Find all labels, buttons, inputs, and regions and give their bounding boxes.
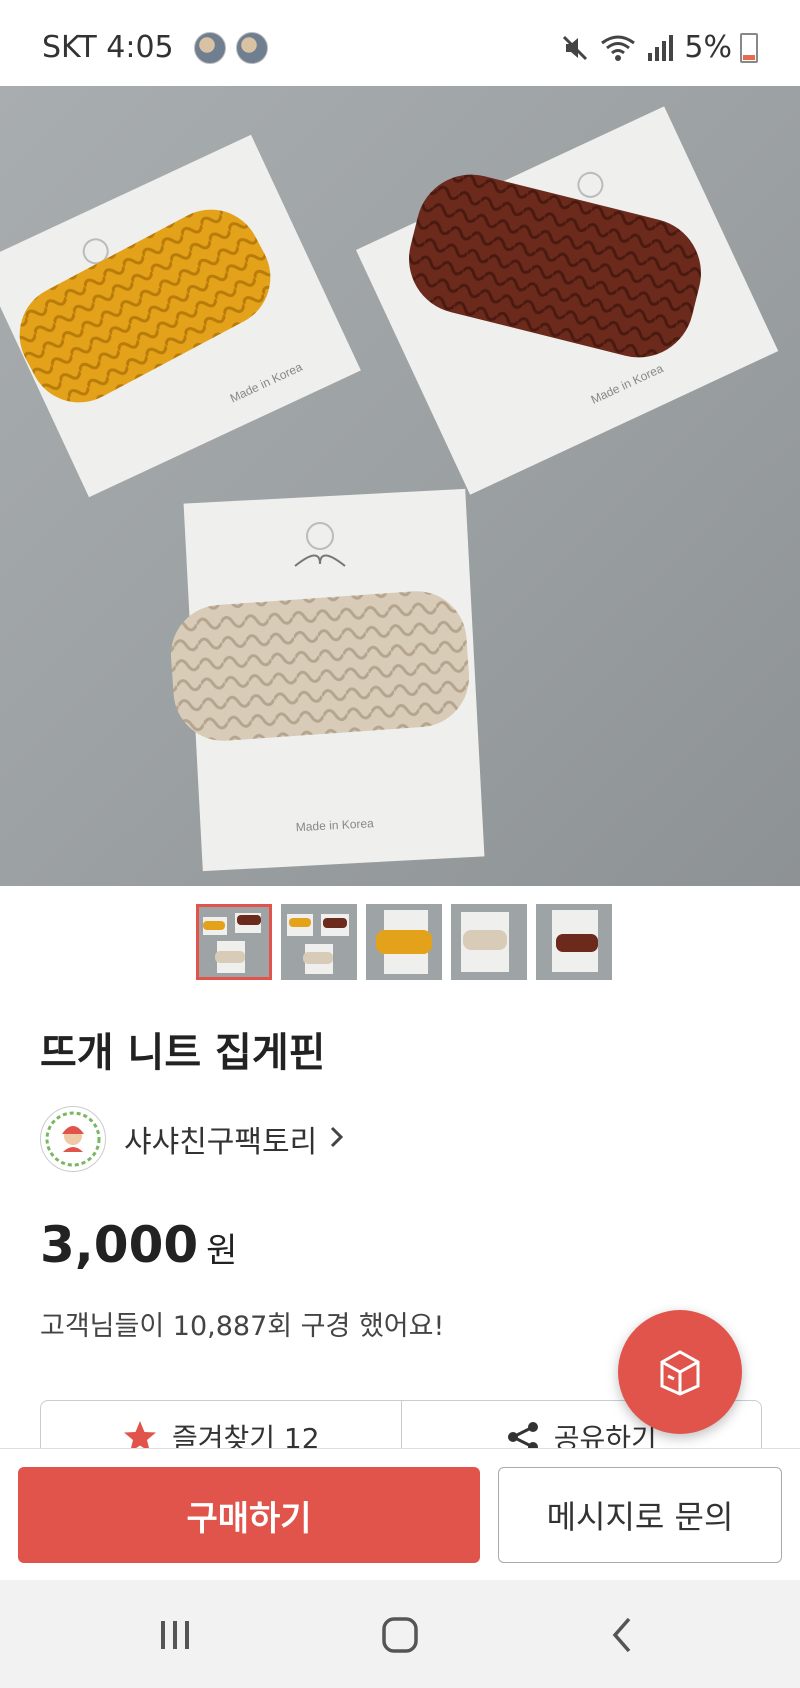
view-count-text: 고객님들이 10,887회 구경 했어요! (40, 1311, 445, 1342)
box-fab-button[interactable] (618, 1310, 742, 1434)
status-left: SKT 4:05 (42, 30, 268, 65)
notification-avatar-icon (235, 31, 268, 64)
system-nav-bar (0, 1580, 800, 1688)
home-icon (382, 1617, 418, 1653)
price-unit: 원 (206, 1231, 238, 1271)
mute-icon (563, 35, 588, 60)
price-value: 3,000 (40, 1216, 199, 1274)
seller-name: 샤샤친구팩토리 (124, 1125, 318, 1160)
message-inquiry-button[interactable]: 메시지로 문의 (498, 1467, 782, 1563)
wifi-icon (601, 35, 636, 61)
recents-icon (161, 1621, 189, 1649)
signal-icon (648, 34, 674, 61)
buy-button[interactable]: 구매하기 (18, 1467, 480, 1563)
share-label: 공유하기 (553, 1422, 657, 1449)
status-bar: SKT 4:05 5% (0, 0, 800, 86)
star-icon (123, 1421, 156, 1449)
thumbnail-strip (196, 904, 612, 980)
product-title: 뜨개 니트 집게핀 (40, 1030, 326, 1076)
thumbnail-5[interactable] (536, 904, 612, 980)
battery-percent: 5% (684, 30, 732, 65)
home-button[interactable] (360, 1600, 440, 1670)
back-button[interactable] (582, 1600, 662, 1670)
notification-avatar-icon (193, 31, 226, 64)
battery-icon (740, 32, 758, 63)
status-right: 5% (560, 30, 758, 65)
back-icon (612, 1617, 631, 1653)
thumbnail-1[interactable] (196, 904, 272, 980)
thumbnail-3[interactable] (366, 904, 442, 980)
seller-logo (40, 1106, 106, 1172)
favorite-button[interactable]: 즐겨찾기 12 (41, 1401, 401, 1449)
chevron-right-icon (329, 1123, 345, 1156)
hair-clip-beige (170, 591, 470, 741)
price: 3,000 원 (40, 1216, 237, 1274)
favorite-label: 즐겨찾기 12 (171, 1422, 320, 1449)
thumbnail-4[interactable] (451, 904, 527, 980)
bottom-action-bar: 구매하기 메시지로 문의 (0, 1448, 800, 1581)
box-icon (660, 1350, 700, 1396)
recents-button[interactable] (135, 1600, 215, 1670)
share-icon (507, 1422, 538, 1449)
seller-link[interactable]: 샤샤친구팩토리 (40, 1106, 345, 1172)
thumbnail-2[interactable] (281, 904, 357, 980)
product-main-image[interactable]: Made in Korea Made in Korea Made in Kore… (0, 86, 800, 886)
carrier-time: SKT 4:05 (42, 30, 174, 65)
